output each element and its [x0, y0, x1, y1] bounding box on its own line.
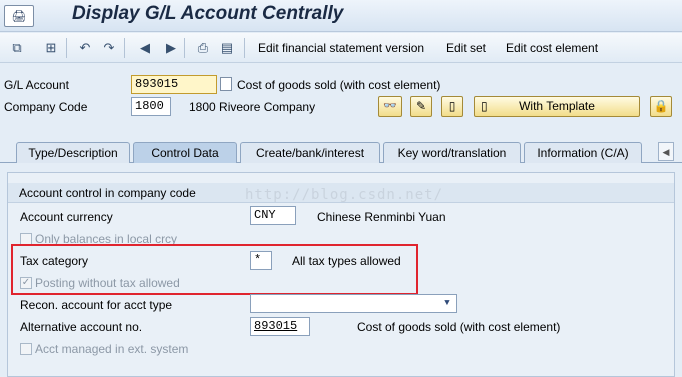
gl-account-input[interactable]: 893015 — [131, 75, 217, 94]
account-currency-label: Account currency — [20, 210, 113, 224]
tab-control-data[interactable]: Control Data — [133, 142, 237, 163]
next-icon[interactable]: ▶ — [162, 39, 180, 57]
edit-fs-version-button[interactable]: Edit financial statement version — [258, 41, 424, 55]
create-document-icon[interactable]: ▯ — [441, 96, 463, 117]
company-code-input[interactable]: 1800 — [131, 97, 171, 116]
recon-account-label: Recon. account for acct type — [20, 298, 173, 312]
recon-account-dropdown[interactable]: ▼ — [250, 294, 457, 313]
posting-without-tax-checkbox[interactable]: ✓ — [20, 277, 32, 289]
toolbar-separator — [184, 38, 185, 58]
acct-managed-checkbox[interactable] — [20, 343, 32, 355]
tab-scroll-left-icon[interactable]: ◀ — [658, 142, 674, 161]
gl-account-description: Cost of goods sold (with cost element) — [237, 78, 441, 92]
template-document-icon: ▯ — [481, 99, 488, 113]
alternative-account-input[interactable]: 893015 — [250, 317, 310, 336]
tab-type-description[interactable]: Type/Description — [16, 142, 130, 163]
edit-pencil-icon[interactable]: ✎ — [410, 96, 432, 117]
tab-information-ca[interactable]: Information (C/A) — [524, 142, 642, 163]
edit-set-button[interactable]: Edit set — [446, 41, 486, 55]
tab-create-bank-interest[interactable]: Create/bank/interest — [240, 142, 380, 163]
hierarchy-icon[interactable]: ⊞ — [42, 39, 60, 57]
account-currency-description: Chinese Renminbi Yuan — [317, 210, 446, 224]
tax-category-input[interactable]: * — [250, 251, 272, 270]
posting-without-tax-label: Posting without tax allowed — [35, 276, 180, 290]
redo-icon[interactable]: ↷ — [100, 39, 118, 57]
tab-key-word-translation[interactable]: Key word/translation — [383, 142, 521, 163]
document-icon[interactable]: ▤ — [218, 39, 236, 57]
gl-account-label: G/L Account — [4, 78, 69, 92]
print-icon[interactable]: ⎙ — [194, 39, 212, 57]
watermark-text: http://blog.csdn.net/ — [245, 187, 444, 203]
group-title: Account control in company code — [19, 186, 196, 200]
account-currency-input[interactable]: CNY — [250, 206, 296, 225]
alternative-account-label: Alternative account no. — [20, 320, 143, 334]
page-title: Display G/L Account Centrally — [72, 3, 344, 24]
edit-cost-element-button[interactable]: Edit cost element — [506, 41, 598, 55]
copy-icon[interactable]: ⧉ — [8, 39, 26, 57]
lock-icon[interactable]: 🔒 — [650, 96, 672, 117]
company-code-description: 1800 Riveore Company — [189, 100, 316, 114]
dropdown-arrow-icon[interactable]: ▼ — [440, 296, 454, 311]
with-template-button[interactable]: ▯ With Template — [474, 96, 640, 117]
tax-category-label: Tax category — [20, 254, 89, 268]
acct-managed-label: Acct managed in ext. system — [35, 342, 189, 356]
undo-icon[interactable]: ↶ — [76, 39, 94, 57]
with-template-label: With Template — [519, 99, 595, 113]
alternative-account-description: Cost of goods sold (with cost element) — [357, 320, 561, 334]
tax-category-description: All tax types allowed — [292, 254, 401, 268]
previous-icon[interactable]: ◀ — [136, 39, 154, 57]
toolbar-separator — [124, 38, 125, 58]
search-help-icon[interactable] — [220, 77, 232, 91]
company-code-label: Company Code — [4, 100, 88, 114]
toolbar-separator — [244, 38, 245, 58]
display-change-icon[interactable]: 👓 — [378, 96, 402, 117]
app-menu-icon[interactable]: 🖨 — [4, 5, 34, 27]
toolbar-separator — [66, 38, 67, 58]
